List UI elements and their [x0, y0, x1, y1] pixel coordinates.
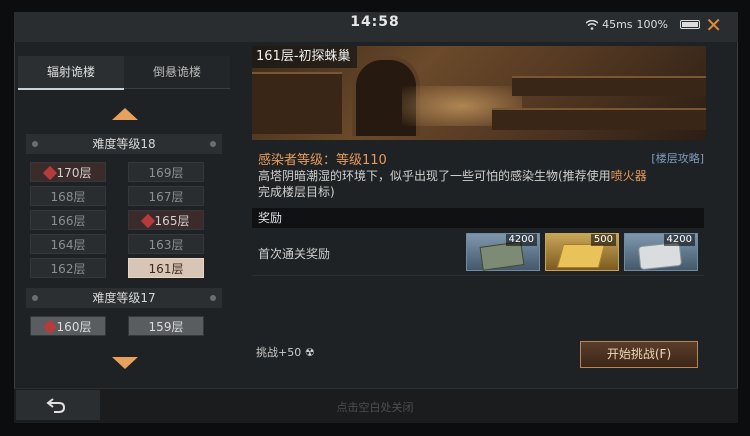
start-challenge-button[interactable]: 开始挑战(F) — [580, 341, 698, 368]
floor-159[interactable]: 159层 — [128, 316, 204, 336]
tap-blank-to-close-hint: 点击空白处关闭 — [336, 401, 414, 414]
dot-icon — [210, 295, 216, 301]
floor-161-selected[interactable]: 161层 — [128, 258, 204, 278]
floor-163[interactable]: 163层 — [128, 234, 204, 254]
banner-shelf — [252, 72, 342, 134]
floor-title: 161层-初探蛛巢 — [252, 46, 357, 68]
dot-icon — [32, 141, 38, 147]
reward-qty: 4200 — [505, 234, 537, 246]
floor-guide-link[interactable]: [楼层攻略] — [651, 150, 704, 166]
banner-shelf — [492, 108, 706, 130]
infected-level: 感染者等级：等级110 — [258, 153, 387, 168]
close-icon[interactable]: ✕ — [705, 15, 722, 35]
floor-160[interactable]: 160层 — [30, 316, 106, 336]
scroll-up-arrow-icon[interactable] — [112, 108, 138, 120]
tower-tabs: 辐射诡楼 倒悬诡楼 — [18, 56, 230, 90]
latency: 45ms — [602, 18, 633, 31]
difficulty-header-18: 难度等级18 — [26, 134, 222, 154]
wifi-icon — [586, 19, 599, 30]
floor-label: 170层 — [56, 166, 92, 180]
reward-item-gold[interactable]: 500 — [545, 233, 619, 271]
scroll-down-arrow-icon[interactable] — [112, 357, 138, 369]
floor-170[interactable]: 170层 — [30, 162, 106, 182]
tab-radiation-tower[interactable]: 辐射诡楼 — [18, 56, 124, 90]
first-clear-reward-label: 首次通关奖励 — [258, 247, 331, 261]
battery-percent: 100% — [636, 18, 668, 31]
floor-167[interactable]: 167层 — [128, 186, 204, 206]
game-screen: 14:58 45ms 100% ✕ 辐射诡楼 倒悬诡楼 难度等级18 170层 … — [0, 0, 750, 436]
floor-label: 165层 — [154, 214, 190, 228]
description-text: 高塔阴暗潮湿的环境下，似乎出现了一些可怕的感染生物(推荐使用 — [258, 169, 611, 183]
reward-section-title: 奖励 — [252, 208, 704, 228]
reward-qty: 500 — [590, 234, 616, 246]
floor-165[interactable]: 165层 — [128, 210, 204, 230]
challenge-cost: 挑战+50 ☢ — [256, 344, 315, 360]
dot-icon — [210, 141, 216, 147]
reward-item-metal[interactable]: 4200 — [624, 233, 698, 271]
difficulty-header-17: 难度等级17 — [26, 288, 222, 308]
hazard-icon — [140, 213, 155, 229]
dot-icon — [32, 295, 38, 301]
battery-icon — [680, 20, 700, 29]
hazard-icon — [42, 165, 57, 181]
floor-169[interactable]: 169层 — [128, 162, 204, 182]
hazard-icon — [42, 319, 57, 335]
difficulty-label: 难度等级17 — [92, 291, 156, 305]
banner-shelf — [512, 76, 706, 96]
difficulty-label: 难度等级18 — [92, 137, 156, 151]
floor-166[interactable]: 166层 — [30, 210, 106, 230]
floor-label: 160层 — [56, 320, 92, 334]
description-highlight: 喷火器 — [610, 169, 647, 183]
floor-164[interactable]: 164层 — [30, 234, 106, 254]
floor-description: 高塔阴暗潮湿的环境下，似乎出现了一些可怕的感染生物(推荐使用喷火器完成楼层目标) — [258, 168, 704, 200]
gold-bars-icon — [556, 244, 606, 268]
tab-inverted-tower[interactable]: 倒悬诡楼 — [124, 56, 230, 89]
floor-168[interactable]: 168层 — [30, 186, 106, 206]
radiation-icon: ☢ — [304, 346, 315, 359]
reward-item-cash[interactable]: 4200 — [466, 233, 540, 271]
metal-ore-icon — [637, 241, 683, 271]
network-status: 45ms 100% — [586, 18, 668, 31]
challenge-cost-text: 挑战+50 — [256, 346, 302, 359]
description-text: 完成楼层目标) — [258, 185, 335, 199]
reward-qty: 4200 — [663, 234, 695, 246]
floor-list-panel: 辐射诡楼 倒悬诡楼 难度等级18 170层 169层 168层 167层 166… — [18, 56, 230, 376]
floor-162[interactable]: 162层 — [30, 258, 106, 278]
